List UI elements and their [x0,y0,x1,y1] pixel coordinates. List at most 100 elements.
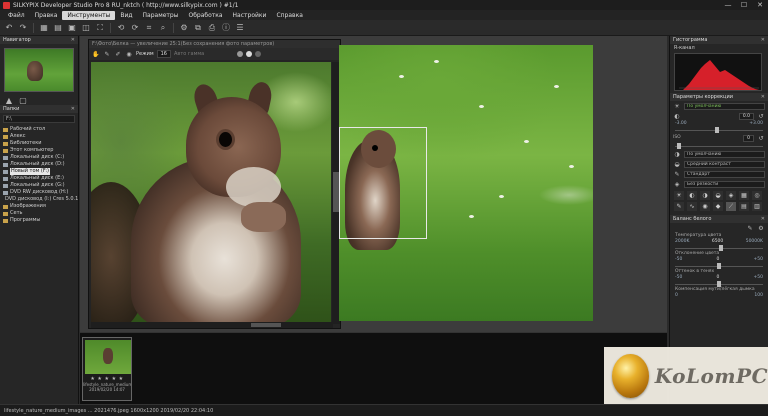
horizontal-scrollbar[interactable] [91,322,333,328]
crop-icon[interactable]: ⌗ [143,22,155,33]
zoom-icon[interactable]: ⌕ [157,22,169,33]
active-tool-icon[interactable]: ⟋ [726,202,736,211]
more-tool-icon[interactable]: ▥ [752,202,762,211]
tree-item[interactable]: Локальный диск (C:) [3,154,75,161]
eye-tool-icon[interactable]: ◉ [700,202,710,211]
iso-reset-icon[interactable]: ↺ [757,134,765,142]
folder-up-icon[interactable]: ▲ [3,95,15,106]
path-input[interactable]: F:\ [3,115,75,123]
pipette-icon[interactable]: ✎ [103,50,111,58]
color-tool-icon[interactable]: ◒ [713,191,723,200]
tree-item[interactable]: Библиотеки [3,140,75,147]
menu-edit[interactable]: Правка [30,11,63,20]
noise-tool-icon[interactable]: ▦ [739,191,749,200]
tree-item[interactable]: Локальный диск (G:) [3,182,75,189]
lens-tool-icon[interactable]: ◎ [752,191,762,200]
wb-tool-icon[interactable]: ☀ [674,191,684,200]
scroll-thumb[interactable] [251,323,281,327]
exposure-reset-icon[interactable]: ↺ [757,112,765,120]
fullscreen-icon[interactable]: ⛶ [94,22,106,33]
tree-item[interactable]: Сеть [3,210,75,217]
color-dot-icon[interactable] [246,51,253,57]
tree-item[interactable]: Локальный диск (D:) [3,161,75,168]
exposure-tool-icon[interactable]: ◐ [687,191,697,200]
drop-tool-icon[interactable]: ◆ [713,202,723,211]
redo-icon[interactable]: ↷ [17,22,29,33]
tree-item[interactable]: Рабочий стол [3,126,75,133]
settings-icon[interactable]: ☰ [234,22,246,33]
zoom-region-frame[interactable] [339,127,427,239]
single-view-icon[interactable]: ▣ [66,22,78,33]
tree-item[interactable]: Изображения [3,203,75,210]
iso-slider[interactable] [675,143,763,149]
print-icon[interactable]: ⎙ [206,22,218,33]
folder-new-icon[interactable]: ▢ [17,95,29,106]
tint-slider[interactable] [675,263,763,269]
navigator-preview[interactable] [4,48,74,92]
temp-slider[interactable] [675,245,763,251]
grid-tool-icon[interactable]: ▤ [739,202,749,211]
menu-view[interactable]: Вид [115,11,137,20]
menu-settings[interactable]: Настройки [228,11,272,20]
iso-value[interactable]: 0 [743,134,754,142]
exposure-slider[interactable] [675,127,763,133]
film-thumbnail[interactable]: ★ ★ ★ ★ ★ lifestyle_nature_medium_image … [82,337,132,401]
tone-select[interactable]: По умолчанию [684,150,765,158]
folder-collapse-icon[interactable]: ✕ [71,106,75,112]
tree-item[interactable]: DVD дисковод (I:) Cres 5.0.1 [3,196,78,203]
histogram-collapse-icon[interactable]: ✕ [761,37,765,43]
slider-knob[interactable] [717,263,721,269]
hue-slider[interactable] [675,281,763,287]
color-dot-icon[interactable] [237,51,244,57]
menu-file[interactable]: Файл [3,11,30,20]
sharpness-select[interactable]: Без резкости [684,180,765,188]
tree-item[interactable]: Алекс [3,133,75,140]
slider-knob[interactable] [717,281,721,287]
full-photo[interactable] [339,45,593,321]
brush-icon[interactable]: ✐ [114,50,122,58]
wb-pipette-icon[interactable]: ✎ [746,224,754,232]
close-button[interactable]: ✕ [752,0,768,10]
hand-tool-icon[interactable]: ✋ [92,50,100,58]
wb-preset-select[interactable]: По умолчанию [684,102,765,110]
color-select[interactable]: Стандарт [684,170,765,178]
tone-tool-icon[interactable]: ◑ [700,191,710,200]
mode-value[interactable]: 16 [156,50,171,58]
slider-knob[interactable] [715,127,719,133]
histogram-mode[interactable]: R-канал [670,44,768,52]
tree-item[interactable]: Этот компьютер [3,147,75,154]
slider-knob[interactable] [677,143,681,149]
contrast-select[interactable]: Средний контраст [684,160,765,168]
tree-item[interactable]: Программы [3,217,75,224]
exposure-value[interactable]: 0.0 [738,112,754,120]
eye-icon[interactable]: ◉ [125,50,133,58]
rotate-left-icon[interactable]: ⟲ [115,22,127,33]
rotate-right-icon[interactable]: ⟳ [129,22,141,33]
undo-icon[interactable]: ↶ [3,22,15,33]
develop-icon[interactable]: ⚙ [178,22,190,33]
batch-icon[interactable]: ⧉ [192,22,204,33]
thumbnail-view-icon[interactable]: ▤ [52,22,64,33]
menu-help[interactable]: Справка [271,11,307,20]
slider-knob[interactable] [719,245,723,251]
panel-collapse-icon[interactable]: ✕ [71,37,75,43]
grid-view-icon[interactable]: ▦ [38,22,50,33]
tree-item[interactable]: DVD RW дисковод (H:) [3,189,75,196]
color-dot-icon[interactable] [255,51,262,57]
pipette-tool-icon[interactable]: ✎ [674,202,684,211]
zoomed-photo[interactable] [91,62,331,322]
tree-item[interactable]: Локальный диск (E:) [3,175,75,182]
tree-item[interactable]: Новый том (F:) [3,168,75,175]
menu-processing[interactable]: Обработка [183,11,227,20]
maximize-button[interactable]: ☐ [736,0,752,10]
compare-view-icon[interactable]: ◫ [80,22,92,33]
sharp-tool-icon[interactable]: ◈ [726,191,736,200]
info-icon[interactable]: ⓘ [220,22,232,33]
curve-tool-icon[interactable]: ∿ [687,202,697,211]
menu-tools[interactable]: Инструменты [62,10,116,20]
minimize-button[interactable]: — [720,0,736,10]
wb-collapse-icon[interactable]: ✕ [761,216,765,222]
menu-parameters[interactable]: Параметры [138,11,184,20]
wb-auto-icon[interactable]: ⚙ [757,224,765,232]
correction-collapse-icon[interactable]: ✕ [761,94,765,100]
